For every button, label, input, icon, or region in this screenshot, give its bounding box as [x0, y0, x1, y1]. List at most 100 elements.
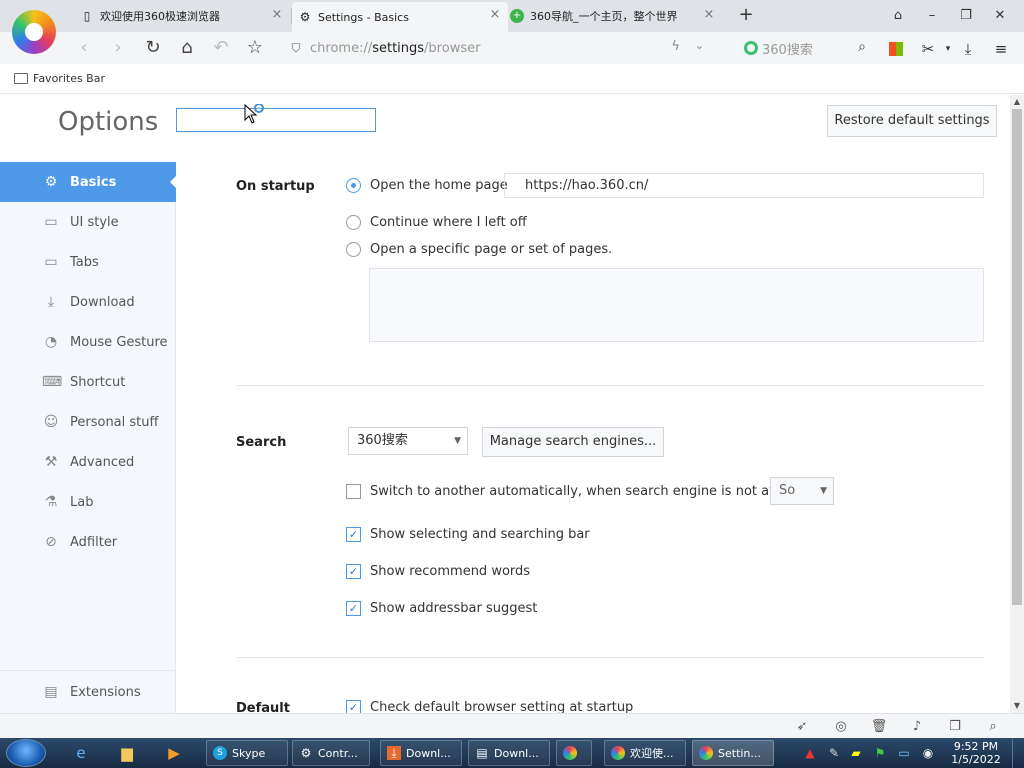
checkbox-checked[interactable]: ✓: [346, 700, 361, 713]
folder-icon[interactable]: ▆: [116, 742, 138, 764]
flask-icon: ⚗: [44, 494, 58, 510]
close-window-button[interactable]: ✕: [988, 5, 1012, 27]
rocket-icon[interactable]: ➶: [792, 717, 812, 737]
checkbox-checked[interactable]: ✓: [346, 527, 361, 542]
search-box[interactable]: 360搜索 ⌕: [740, 36, 870, 60]
default-section-label: Default: [236, 701, 290, 713]
recommend-words-option[interactable]: ✓ Show recommend words: [346, 564, 530, 579]
startup-specific-option[interactable]: Open a specific page or set of pages.: [346, 242, 612, 257]
homepage-url-field[interactable]: https://hao.360.cn/: [504, 173, 984, 198]
tab-welcome[interactable]: ▯ 欢迎使用360极速浏览器 ×: [80, 2, 290, 30]
new-tab-button[interactable]: +: [736, 5, 756, 25]
manage-search-engines-button[interactable]: Manage search engines...: [482, 427, 664, 457]
radio-button[interactable]: [346, 178, 361, 193]
startup-continue-option[interactable]: Continue where I left off: [346, 215, 527, 230]
home-button[interactable]: ⌂: [175, 36, 199, 60]
media-player-icon[interactable]: ▶: [163, 742, 185, 764]
undo-close-button[interactable]: ↶: [209, 36, 233, 60]
favorites-bar-label[interactable]: Favorites Bar: [33, 72, 105, 85]
sidebar-item-basics[interactable]: ⚙ Basics: [0, 162, 176, 202]
radio-button[interactable]: [346, 215, 361, 230]
show-desktop-button[interactable]: [1012, 738, 1024, 768]
fallback-engine-select[interactable]: So ▼: [770, 477, 834, 505]
forward-button[interactable]: ›: [106, 36, 130, 60]
checkbox[interactable]: [346, 484, 361, 499]
close-icon[interactable]: ×: [488, 8, 502, 22]
checkbox-checked[interactable]: ✓: [346, 564, 361, 579]
startup-home-option[interactable]: Open the home page: [346, 178, 508, 193]
flag-tray-icon[interactable]: ⚑: [872, 745, 888, 761]
pdf-tray-icon[interactable]: ▲: [802, 745, 818, 761]
show-search-bar-option[interactable]: ✓ Show selecting and searching bar: [346, 527, 590, 542]
trash-icon[interactable]: 🗑: [869, 717, 889, 737]
ie-icon[interactable]: e: [70, 742, 92, 764]
radio-button[interactable]: [346, 242, 361, 257]
vertical-scrollbar[interactable]: ▲ ▼: [1010, 95, 1024, 713]
tab-title: Settings - Basics: [318, 10, 409, 24]
sidebar-item-adfilter[interactable]: ⊘ Adfilter: [0, 522, 176, 562]
monitor-tray-icon[interactable]: ▭: [896, 745, 912, 761]
taskbar-item-app[interactable]: [556, 740, 592, 766]
checkbox-checked[interactable]: ✓: [346, 601, 361, 616]
back-button[interactable]: ‹: [72, 36, 96, 60]
sidebar-item-lab[interactable]: ⚗ Lab: [0, 482, 176, 522]
scroll-up-arrow-icon[interactable]: ▲: [1010, 95, 1024, 109]
mouse-cursor-icon: [244, 104, 264, 124]
system-clock[interactable]: 9:52 PM 1/5/2022: [948, 740, 1004, 766]
taskbar-item-welcome[interactable]: 欢迎使...: [604, 740, 686, 766]
download-icon: ⤓: [47, 294, 55, 310]
chevron-down-icon[interactable]: ⌄: [695, 39, 704, 52]
window-mode-icon[interactable]: ❐: [945, 717, 965, 737]
address-bar[interactable]: ⛉ chrome://settings/browser ϟ ⌄: [280, 36, 720, 60]
menu-icon[interactable]: ≡: [990, 38, 1012, 60]
close-icon[interactable]: ×: [702, 8, 716, 22]
download-icon[interactable]: ⤓: [957, 38, 979, 60]
taskbar-item-download-2[interactable]: ▤ Downl...: [468, 740, 550, 766]
restore-window-button[interactable]: ❐: [954, 5, 978, 27]
shirt-skin-icon[interactable]: ⌂: [886, 5, 910, 27]
switch-engine-option[interactable]: Switch to another automatically, when se…: [346, 484, 820, 499]
taskbar-label: Downl...: [494, 746, 539, 760]
notes-tray-icon[interactable]: ▰: [848, 745, 864, 761]
start-button[interactable]: [6, 739, 46, 767]
scroll-down-arrow-icon[interactable]: ▼: [1010, 699, 1024, 713]
settings-search-input[interactable]: [176, 108, 376, 132]
check-default-browser-option[interactable]: ✓ Check default browser setting at start…: [346, 700, 633, 713]
search-icon[interactable]: ⌕: [858, 39, 866, 55]
sidebar-item-personal-stuff[interactable]: ☺ Personal stuff: [0, 402, 176, 442]
taskbar-item-download-1[interactable]: ⤓ Downl...: [380, 740, 462, 766]
addressbar-suggest-option[interactable]: ✓ Show addressbar suggest: [346, 601, 537, 616]
sidebar-item-ui-style[interactable]: ▭ UI style: [0, 202, 176, 242]
scrollbar-thumb[interactable]: [1012, 109, 1022, 605]
volume-icon[interactable]: ♪: [907, 717, 927, 737]
pen-tray-icon[interactable]: ✎: [826, 745, 842, 761]
tab-360-nav[interactable]: + 360导航_一个主页，整个世界 ×: [510, 2, 722, 30]
sidebar-item-mouse-gesture[interactable]: ◔ Mouse Gesture: [0, 322, 176, 362]
control-panel-icon: ⚙: [300, 746, 312, 760]
minimize-button[interactable]: –: [920, 5, 944, 27]
startup-pages-list[interactable]: [369, 268, 984, 342]
restore-defaults-button[interactable]: Restore default settings: [827, 105, 997, 137]
tab-settings[interactable]: ⚙ Settings - Basics ×: [292, 2, 508, 32]
zoom-search-icon[interactable]: ⌕: [983, 717, 1003, 737]
browser-logo-icon[interactable]: [12, 10, 56, 54]
sidebar-item-advanced[interactable]: ⚒ Advanced: [0, 442, 176, 482]
favorite-star-button[interactable]: ☆: [243, 36, 267, 60]
volume-tray-icon[interactable]: ◉: [920, 745, 936, 761]
scissors-icon[interactable]: ✂: [917, 38, 939, 60]
lightning-icon[interactable]: ϟ: [671, 39, 680, 54]
sidebar-item-label: Extensions: [70, 684, 141, 700]
search-engine-select[interactable]: 360搜索 ▼: [348, 427, 468, 455]
sidebar-item-extensions[interactable]: ▤ Extensions: [0, 672, 176, 712]
chevron-down-icon[interactable]: ▾: [937, 38, 959, 60]
apps-grid-icon[interactable]: [885, 38, 907, 60]
taskbar-item-skype[interactable]: S Skype: [206, 740, 288, 766]
reload-button[interactable]: ↻: [141, 36, 165, 60]
taskbar-item-settings[interactable]: Settin...: [692, 740, 774, 766]
sidebar-item-download[interactable]: ⤓ Download: [0, 282, 176, 322]
taskbar-item-control[interactable]: ⚙ Contr...: [292, 740, 370, 766]
speed-icon[interactable]: ◎: [831, 717, 851, 737]
sidebar-item-tabs[interactable]: ▭ Tabs: [0, 242, 176, 282]
sidebar-item-shortcut[interactable]: ⌨ Shortcut: [0, 362, 176, 402]
close-icon[interactable]: ×: [270, 8, 284, 22]
